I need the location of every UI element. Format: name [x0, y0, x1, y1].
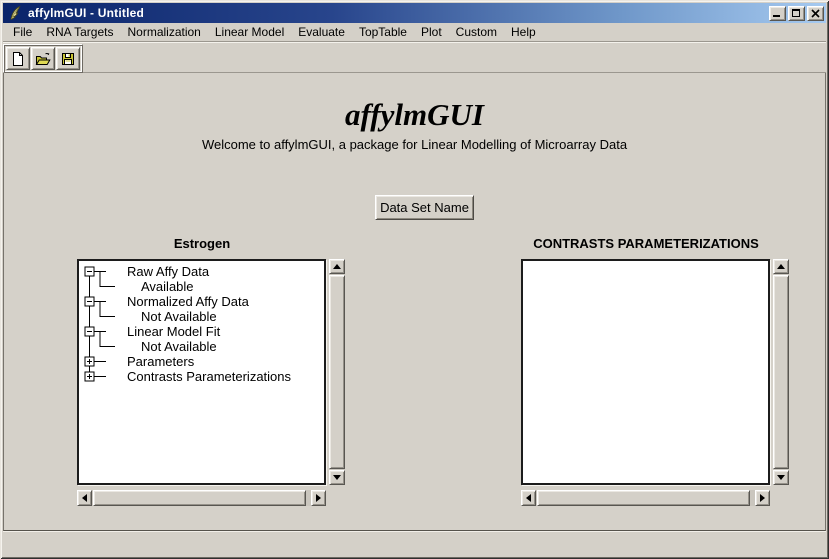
new-file-button[interactable]	[6, 47, 30, 70]
toolbar	[3, 41, 826, 73]
menu-custom[interactable]: Custom	[449, 23, 504, 41]
titlebar[interactable]: affylmGUI - Untitled	[3, 3, 826, 23]
tree-node-parameters[interactable]: Parameters	[79, 354, 324, 369]
arrow-up-icon	[333, 264, 341, 269]
arrow-right-icon	[760, 494, 765, 502]
window-title: affylmGUI - Untitled	[28, 6, 767, 20]
menu-normalization[interactable]: Normalization	[121, 23, 208, 41]
tree-node-linear-model-fit-status[interactable]: Not Available	[79, 339, 324, 354]
scroll-left-button[interactable]	[521, 490, 536, 506]
scroll-left-button[interactable]	[77, 490, 92, 506]
menu-file[interactable]: File	[6, 23, 39, 41]
tree-node-contrasts-parameterizations[interactable]: Contrasts Parameterizations	[79, 369, 324, 384]
tree-vertical-scrollbar[interactable]	[329, 259, 345, 485]
menu-evaluate[interactable]: Evaluate	[291, 23, 352, 41]
window-bottom-frame	[3, 531, 826, 556]
maximize-icon	[792, 9, 800, 17]
tree-node-linear-model-fit[interactable]: Linear Model Fit	[79, 324, 324, 339]
scrollbar-thumb[interactable]	[773, 275, 789, 469]
arrow-up-icon	[777, 264, 785, 269]
scroll-down-button[interactable]	[773, 470, 789, 485]
page-title: affylmGUI	[4, 97, 825, 133]
right-panel-title: CONTRASTS PARAMETERIZATIONS	[518, 236, 774, 251]
scroll-right-button[interactable]	[311, 490, 326, 506]
minimize-button[interactable]	[769, 6, 786, 21]
new-file-icon	[10, 51, 26, 67]
menu-linear-model[interactable]: Linear Model	[208, 23, 291, 41]
arrow-left-icon	[82, 494, 87, 502]
toolbar-button-group	[3, 44, 83, 73]
arrow-left-icon	[526, 494, 531, 502]
welcome-text: Welcome to affylmGUI, a package for Line…	[4, 137, 825, 152]
main-content: affylmGUI Welcome to affylmGUI, a packag…	[3, 73, 826, 531]
open-folder-icon	[35, 51, 51, 67]
status-tree[interactable]: Raw Affy Data Available Normalized Affy …	[77, 259, 326, 485]
tree-node-normalized-affy-data[interactable]: Normalized Affy Data	[79, 294, 324, 309]
save-file-button[interactable]	[56, 47, 80, 70]
maximize-button[interactable]	[788, 6, 805, 21]
tk-feather-icon	[7, 5, 23, 21]
data-set-name-button[interactable]: Data Set Name	[375, 195, 474, 220]
scroll-up-button[interactable]	[773, 259, 789, 274]
close-button[interactable]	[807, 6, 824, 21]
app-window: affylmGUI - Untitled File RNA Targets No…	[0, 0, 829, 559]
scroll-up-button[interactable]	[329, 259, 345, 274]
save-floppy-icon	[60, 51, 76, 67]
tree-node-normalized-affy-data-status[interactable]: Not Available	[79, 309, 324, 324]
tree-node-raw-affy-data-status[interactable]: Available	[79, 279, 324, 294]
open-file-button[interactable]	[31, 47, 55, 70]
arrow-down-icon	[777, 475, 785, 480]
menu-rna-targets[interactable]: RNA Targets	[39, 23, 120, 41]
tree-inner: Raw Affy Data Available Normalized Affy …	[79, 261, 324, 483]
arrow-down-icon	[333, 475, 341, 480]
tree-node-raw-affy-data[interactable]: Raw Affy Data	[79, 264, 324, 279]
scroll-down-button[interactable]	[329, 470, 345, 485]
tree-horizontal-scrollbar[interactable]	[77, 490, 326, 506]
menubar: File RNA Targets Normalization Linear Mo…	[3, 23, 826, 41]
contrasts-vertical-scrollbar[interactable]	[773, 259, 789, 485]
close-icon	[808, 7, 823, 20]
minimize-icon	[773, 15, 780, 17]
scrollbar-thumb[interactable]	[329, 275, 345, 469]
menu-toptable[interactable]: TopTable	[352, 23, 414, 41]
arrow-right-icon	[316, 494, 321, 502]
scrollbar-thumb[interactable]	[537, 490, 750, 506]
left-panel-title: Estrogen	[74, 236, 330, 251]
tree-labels: Raw Affy Data Available Normalized Affy …	[79, 264, 324, 384]
contrasts-listbox[interactable]	[521, 259, 770, 485]
scroll-right-button[interactable]	[755, 490, 770, 506]
menu-plot[interactable]: Plot	[414, 23, 449, 41]
contrasts-horizontal-scrollbar[interactable]	[521, 490, 770, 506]
scrollbar-thumb[interactable]	[93, 490, 306, 506]
menu-help[interactable]: Help	[504, 23, 543, 41]
